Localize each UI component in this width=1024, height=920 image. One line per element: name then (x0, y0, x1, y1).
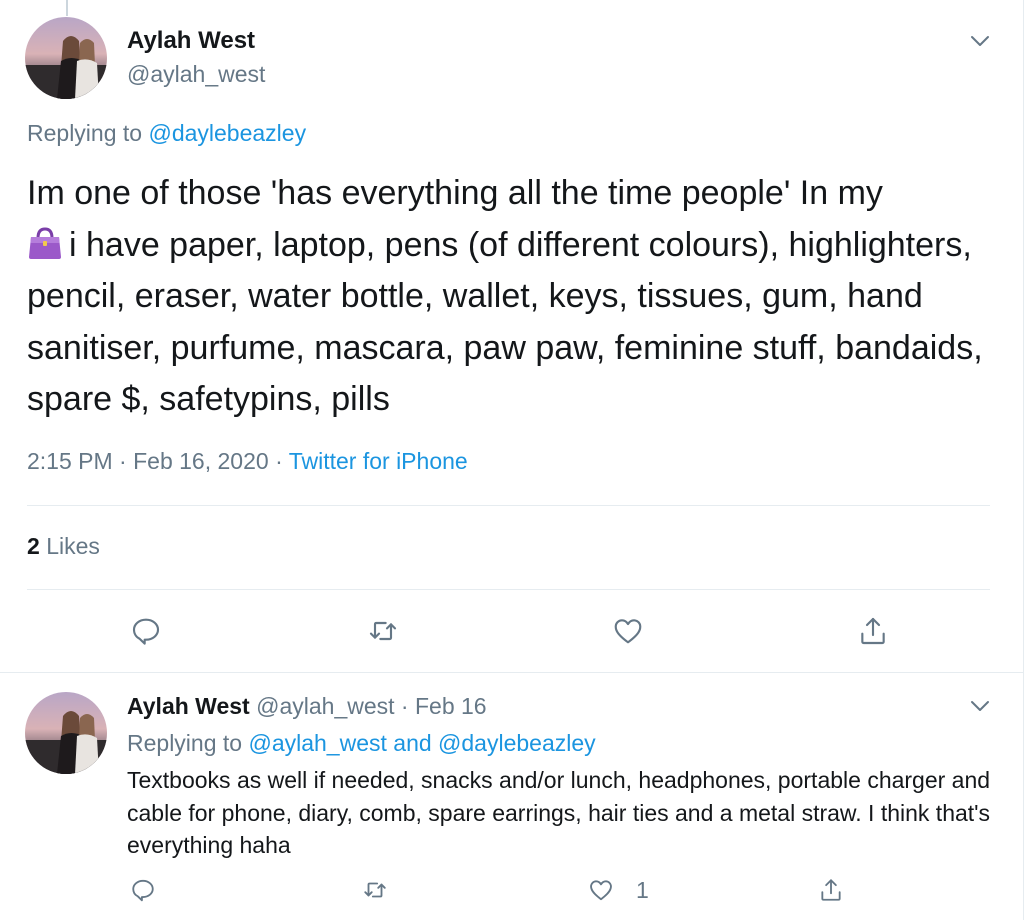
divider (27, 589, 990, 590)
reply-icon[interactable] (130, 615, 162, 647)
retweet-icon[interactable] (362, 877, 394, 909)
tweet-text: Im one of those 'has everything all the … (27, 168, 1002, 426)
avatar-photo (25, 692, 107, 774)
tweet-text-part1: Im one of those 'has everything all the … (27, 174, 883, 212)
meta-separator: · (119, 448, 127, 474)
replying-label: Replying to (27, 120, 143, 146)
reply-icon[interactable] (130, 877, 162, 909)
reply-text: Textbooks as well if needed, snacks and/… (127, 767, 991, 858)
reply-separator: · (400, 693, 409, 719)
chevron-down-icon[interactable] (968, 29, 992, 53)
tweet-date[interactable]: Feb 16, 2020 (133, 448, 269, 474)
replying-to: Replying to @daylebeazley (27, 120, 306, 147)
reply-replying-label: Replying to (127, 730, 243, 756)
reply-replying-handles-link[interactable]: @aylah_west and @daylebeazley (248, 730, 595, 756)
tweet-source-link[interactable]: Twitter for iPhone (289, 448, 468, 474)
tweet-time[interactable]: 2:15 PM (27, 448, 113, 474)
avatar-photo (25, 17, 107, 99)
likes-count: 2 (27, 533, 40, 559)
replying-handle-link[interactable]: @daylebeazley (148, 120, 306, 146)
chevron-down-icon[interactable] (968, 694, 992, 718)
handbag-emoji (27, 224, 63, 259)
retweet-icon[interactable] (367, 615, 399, 647)
reply-header: Aylah West @aylah_west · Feb 16 (127, 693, 487, 720)
tweet-separator (0, 672, 1024, 673)
heart-icon[interactable] (588, 877, 620, 909)
author-name[interactable]: Aylah West (127, 27, 255, 55)
author-handle[interactable]: @aylah_west (127, 61, 265, 88)
share-icon[interactable] (818, 877, 850, 909)
meta-separator-2: · (275, 448, 283, 474)
thread-connector-line (66, 0, 68, 16)
share-icon[interactable] (857, 615, 889, 647)
reply-replying-to: Replying to @aylah_west and @daylebeazle… (127, 730, 596, 757)
reply-avatar[interactable] (25, 692, 107, 774)
reply-author-name[interactable]: Aylah West (127, 693, 250, 719)
reply-author-handle[interactable]: @aylah_west (256, 693, 394, 719)
divider (27, 505, 990, 506)
heart-icon[interactable] (612, 615, 644, 647)
tweet-meta: 2:15 PM · Feb 16, 2020 · Twitter for iPh… (27, 448, 468, 475)
likes-stat[interactable]: 2 Likes (27, 533, 100, 560)
avatar[interactable] (25, 17, 107, 99)
tweet-text-part2: i have paper, laptop, pens (of different… (27, 225, 983, 419)
reply-date[interactable]: Feb 16 (415, 693, 487, 719)
likes-label: Likes (46, 533, 100, 559)
reply-like-count: 1 (636, 877, 649, 903)
